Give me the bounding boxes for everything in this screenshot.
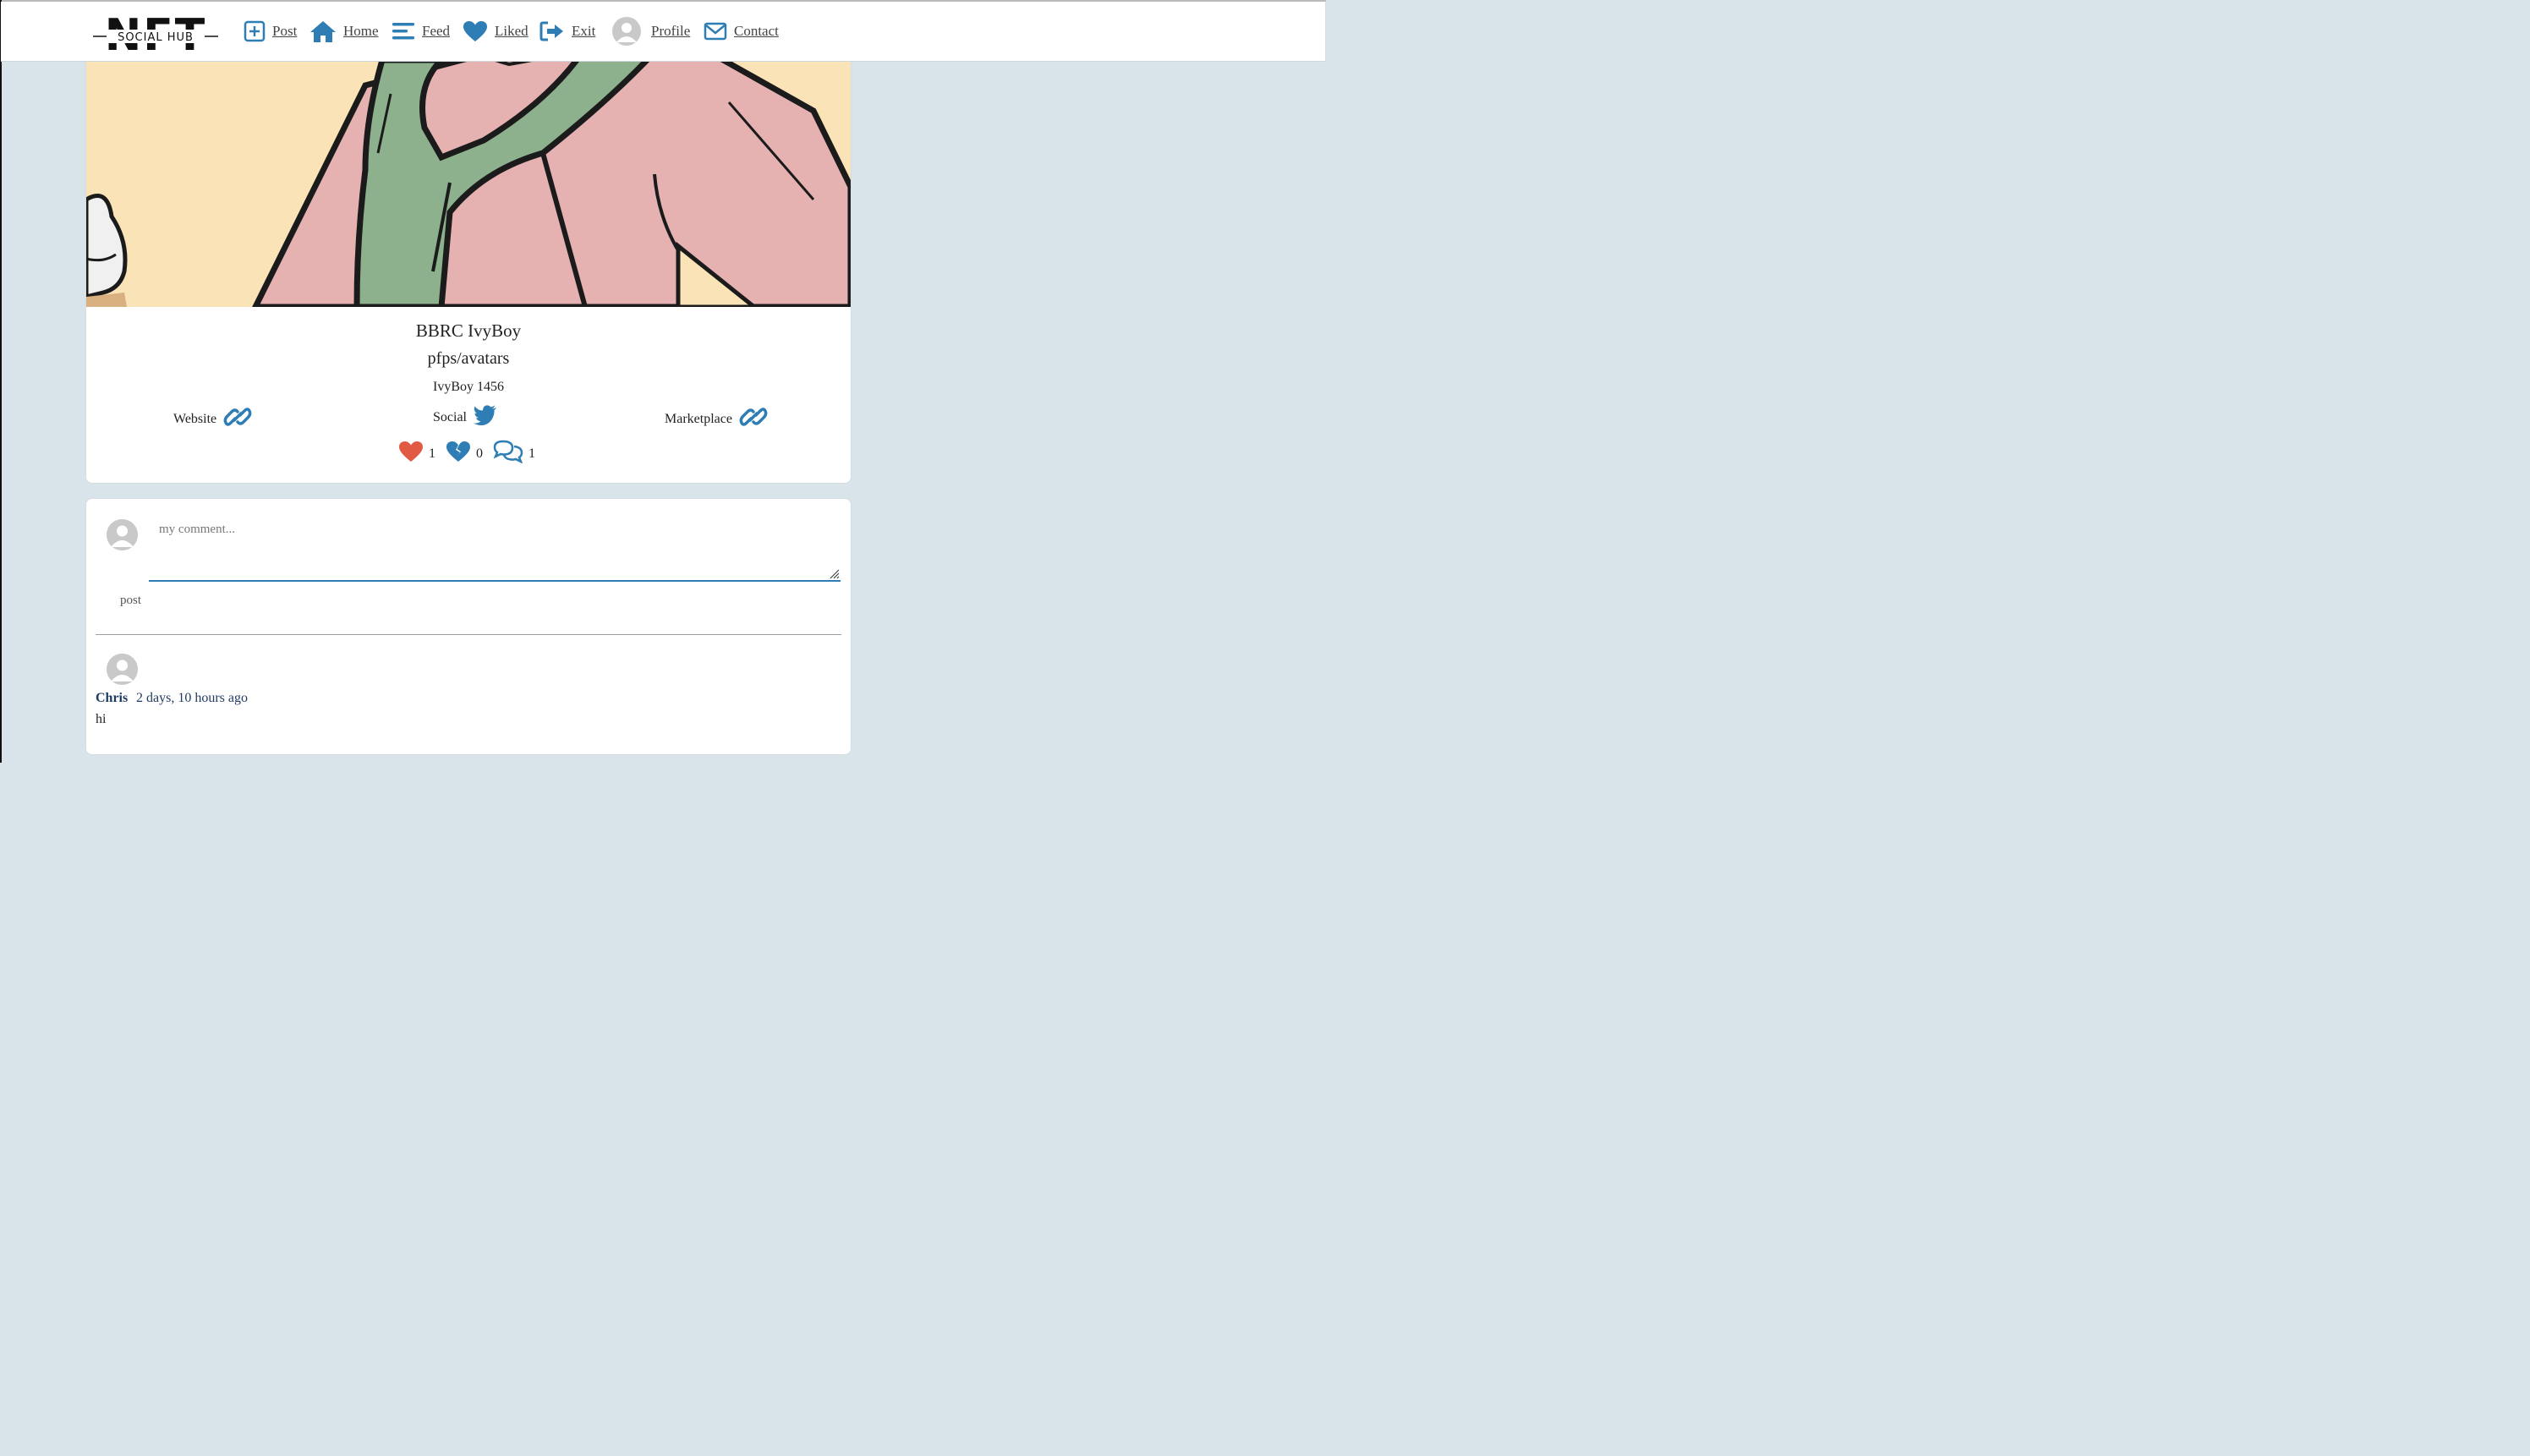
comments-card: post Chris 2 days, 10 hours ago hi bbox=[85, 498, 852, 755]
like-count: 1 bbox=[429, 446, 435, 461]
marketplace-link[interactable]: Marketplace bbox=[665, 405, 768, 433]
plus-square-icon bbox=[244, 20, 266, 42]
site-logo[interactable]: NFT SOCIAL HUB bbox=[91, 10, 220, 61]
social-link[interactable]: Social bbox=[433, 405, 497, 430]
nav-home-label: Home bbox=[343, 23, 379, 39]
resize-handle-icon[interactable] bbox=[830, 568, 840, 579]
user-avatar-icon bbox=[612, 17, 641, 46]
home-icon bbox=[309, 19, 337, 43]
nft-title: BBRC IvyBoy bbox=[415, 320, 522, 341]
user-avatar-icon bbox=[107, 519, 138, 550]
post-comment-button[interactable]: post bbox=[120, 594, 141, 608]
comment-text: hi bbox=[96, 712, 107, 726]
twitter-icon bbox=[474, 405, 497, 430]
nav-profile-label: Profile bbox=[651, 23, 691, 39]
link-icon bbox=[739, 405, 768, 433]
svg-text:SOCIAL HUB: SOCIAL HUB bbox=[118, 31, 194, 44]
nav-post-label: Post bbox=[272, 23, 298, 39]
nav-liked[interactable]: Liked bbox=[463, 19, 528, 44]
nft-category: pfps/avatars bbox=[427, 349, 510, 368]
comment-input[interactable] bbox=[149, 514, 841, 582]
nav-home[interactable]: Home bbox=[309, 19, 379, 44]
comments-icon bbox=[493, 440, 523, 468]
like-button[interactable]: 1 bbox=[398, 441, 439, 467]
sign-out-icon bbox=[539, 20, 565, 42]
window-left-edge bbox=[0, 0, 2, 763]
website-link-label: Website bbox=[173, 411, 217, 426]
comment-author[interactable]: Chris bbox=[96, 691, 128, 706]
nav-profile[interactable]: Profile bbox=[612, 17, 691, 46]
social-link-label: Social bbox=[433, 409, 467, 424]
commenter-avatar-icon bbox=[107, 654, 138, 685]
marketplace-link-label: Marketplace bbox=[665, 411, 732, 426]
nav-contact[interactable]: Contact bbox=[704, 19, 779, 44]
dislike-button[interactable]: 0 bbox=[446, 441, 486, 467]
comment-timestamp: 2 days, 10 hours ago bbox=[136, 691, 248, 705]
broken-heart-icon bbox=[446, 441, 471, 467]
nav-exit[interactable]: Exit bbox=[539, 19, 595, 44]
top-navbar: NFT SOCIAL HUB Post Home Feed Liked bbox=[1, 2, 1325, 62]
heart-icon bbox=[463, 20, 488, 42]
envelope-icon bbox=[704, 21, 727, 41]
link-icon bbox=[223, 405, 252, 433]
nav-liked-label: Liked bbox=[495, 23, 528, 39]
nav-exit-label: Exit bbox=[572, 23, 596, 39]
heart-icon bbox=[398, 441, 424, 467]
post-stats: 1 0 1 bbox=[86, 440, 851, 468]
comments-button[interactable]: 1 bbox=[493, 440, 539, 468]
nav-feed[interactable]: Feed bbox=[392, 19, 450, 44]
nav-post[interactable]: Post bbox=[244, 19, 297, 44]
nft-item-name: IvyBoy 1456 bbox=[433, 380, 504, 394]
nft-artwork-image[interactable] bbox=[86, 35, 851, 307]
website-link[interactable]: Website bbox=[173, 405, 252, 433]
nav-feed-label: Feed bbox=[422, 23, 451, 39]
divider bbox=[96, 634, 841, 635]
comment-count: 1 bbox=[528, 446, 535, 461]
nav-contact-label: Contact bbox=[734, 23, 779, 39]
bars-icon bbox=[392, 20, 415, 42]
nft-post-card: BBRC IvyBoy pfps/avatars IvyBoy 1456 Web… bbox=[85, 34, 852, 484]
dislike-count: 0 bbox=[476, 446, 483, 461]
